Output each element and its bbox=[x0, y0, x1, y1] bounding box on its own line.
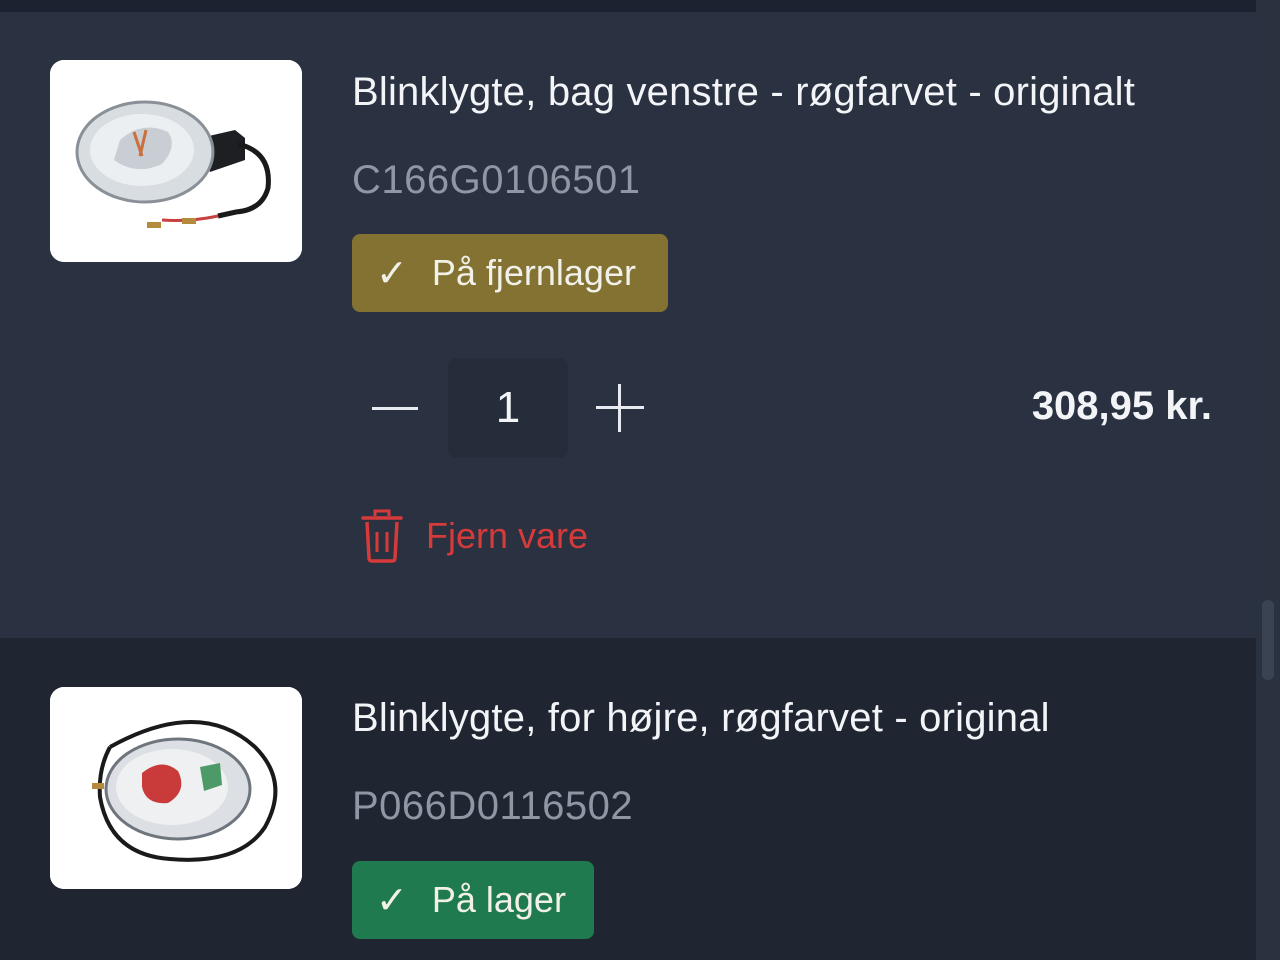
product-sku: C166G0106501 bbox=[352, 158, 641, 202]
product-title[interactable]: Blinklygte, for højre, røgfarvet - origi… bbox=[352, 696, 1050, 741]
increase-quantity-button[interactable] bbox=[594, 382, 646, 434]
turn-signal-image bbox=[50, 687, 302, 889]
scrollbar-thumb[interactable] bbox=[1262, 600, 1274, 680]
turn-signal-image bbox=[50, 60, 302, 262]
cart-item: Blinklygte, bag venstre - røgfarvet - or… bbox=[0, 12, 1256, 638]
quantity-value[interactable]: 1 bbox=[448, 358, 568, 458]
check-icon: ✓ bbox=[376, 251, 408, 295]
cart-page: Blinklygte, bag venstre - røgfarvet - or… bbox=[0, 0, 1280, 960]
stock-status-badge: ✓ På fjernlager bbox=[352, 234, 668, 312]
decrease-quantity-button[interactable] bbox=[364, 380, 420, 436]
trash-icon bbox=[361, 509, 403, 563]
header-edge bbox=[0, 0, 1256, 12]
remove-item-button[interactable]: Fjern vare bbox=[360, 508, 588, 564]
check-icon: ✓ bbox=[376, 878, 408, 922]
stock-status-label: På lager bbox=[431, 879, 566, 920]
product-image[interactable] bbox=[50, 687, 302, 889]
remove-item-label: Fjern vare bbox=[426, 515, 589, 556]
product-image[interactable] bbox=[50, 60, 302, 262]
stock-status-badge: ✓ På lager bbox=[352, 861, 594, 939]
product-title[interactable]: Blinklygte, bag venstre - røgfarvet - or… bbox=[352, 70, 1135, 115]
product-sku: P066D0116502 bbox=[352, 784, 634, 828]
item-price: 308,95 kr. bbox=[1031, 384, 1212, 428]
cart-item: Blinklygte, for højre, røgfarvet - origi… bbox=[0, 638, 1256, 960]
scrollbar[interactable] bbox=[1256, 0, 1280, 960]
stock-status-label: På fjernlager bbox=[431, 252, 636, 293]
quantity-row: 1 308,95 kr. bbox=[352, 358, 1212, 458]
